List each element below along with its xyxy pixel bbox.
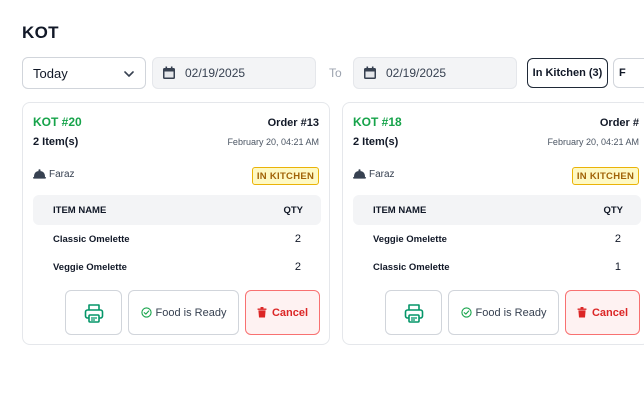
page-title: KOT [22, 23, 59, 42]
item-name: Veggie Omelette [53, 261, 127, 273]
trash-icon [257, 307, 267, 318]
kot-number: KOT #20 [33, 115, 82, 129]
table-row: Veggie Omelette 2 [33, 253, 321, 281]
check-circle-icon [460, 307, 472, 318]
waiter-name: Faraz [369, 169, 395, 180]
status-filter-next[interactable]: F [613, 58, 644, 88]
calendar-icon [163, 66, 175, 79]
print-button[interactable] [385, 290, 442, 335]
item-qty: 2 [614, 233, 621, 245]
column-header-qty: QTY [283, 204, 303, 216]
filter-bar: Today 02/19/2025 To 02/19/2025 In Kitche… [22, 57, 644, 89]
chevron-down-icon [124, 71, 134, 77]
table-header: ITEM NAME QTY [353, 195, 641, 225]
waiter-icon [353, 169, 366, 179]
items-table: ITEM NAME QTY Veggie Omelette 2 Classic … [353, 195, 641, 281]
trash-icon [577, 307, 587, 318]
print-button[interactable] [65, 290, 122, 335]
food-ready-button[interactable]: Food is Ready [128, 290, 239, 335]
item-name: Classic Omelette [373, 261, 450, 273]
date-range-to-label: To [329, 66, 342, 80]
waiter-info: Faraz [353, 169, 395, 180]
kot-number: KOT #18 [353, 115, 402, 129]
item-count: 2 Item(s) [353, 136, 399, 148]
order-date: February 20, 04:21 AM [227, 137, 319, 147]
item-qty: 2 [294, 233, 301, 245]
table-header: ITEM NAME QTY [33, 195, 321, 225]
printer-icon [84, 303, 103, 323]
table-row: Classic Omelette 1 [353, 253, 641, 281]
date-to-input[interactable]: 02/19/2025 [353, 57, 517, 89]
table-row: Veggie Omelette 2 [353, 225, 641, 253]
period-select[interactable]: Today [22, 57, 146, 89]
printer-icon [404, 303, 423, 323]
date-from-value: 02/19/2025 [185, 66, 246, 80]
item-name: Veggie Omelette [373, 233, 447, 245]
food-ready-button[interactable]: Food is Ready [448, 290, 559, 335]
period-select-value: Today [33, 65, 68, 81]
status-badge: IN KITCHEN [252, 167, 319, 185]
column-header-item-name: ITEM NAME [373, 204, 427, 216]
item-name: Classic Omelette [53, 233, 130, 245]
cancel-label: Cancel [591, 306, 629, 319]
date-to-value: 02/19/2025 [386, 66, 447, 80]
items-table: ITEM NAME QTY Classic Omelette 2 Veggie … [33, 195, 321, 281]
order-number: Order #13 [267, 117, 319, 129]
cancel-button[interactable]: Cancel [245, 290, 320, 335]
card-actions: Food is Ready Cancel [385, 290, 640, 335]
date-from-input[interactable]: 02/19/2025 [152, 57, 316, 89]
item-count: 2 Item(s) [33, 136, 79, 148]
waiter-info: Faraz [33, 169, 75, 180]
cancel-label: Cancel [271, 306, 309, 319]
cancel-button[interactable]: Cancel [565, 290, 640, 335]
order-date: February 20, 04:21 AM [547, 137, 639, 147]
item-qty: 2 [294, 261, 301, 273]
column-header-item-name: ITEM NAME [53, 204, 107, 216]
calendar-icon [364, 66, 376, 79]
food-ready-label: Food is Ready [155, 306, 227, 319]
table-row: Classic Omelette 2 [33, 225, 321, 253]
food-ready-label: Food is Ready [475, 306, 547, 319]
column-header-qty: QTY [603, 204, 623, 216]
check-circle-icon [140, 307, 152, 318]
card-actions: Food is Ready Cancel [65, 290, 320, 335]
kot-card: KOT #20 Order #13 2 Item(s) February 20,… [22, 102, 330, 345]
kot-card: KOT #18 Order # 2 Item(s) February 20, 0… [342, 102, 644, 345]
waiter-icon [33, 169, 46, 179]
status-filter-in-kitchen[interactable]: In Kitchen (3) [527, 58, 608, 88]
waiter-name: Faraz [49, 169, 75, 180]
status-badge: IN KITCHEN [572, 167, 639, 185]
order-number: Order # [599, 117, 639, 129]
item-qty: 1 [614, 261, 621, 273]
